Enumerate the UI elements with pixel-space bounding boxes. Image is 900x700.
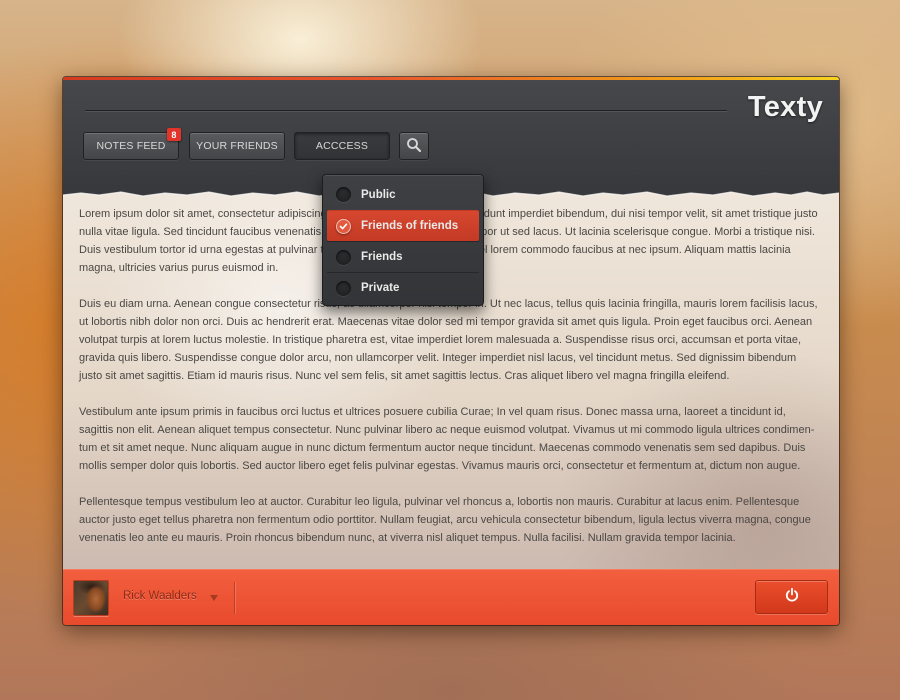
paragraph: Pellentesque tempus vestibulum leo at au… [79,496,811,544]
access-label: ACCCESS [315,140,369,152]
access-option-private[interactable]: Private [327,272,479,303]
access-option-label: Public [361,188,396,201]
access-option-public[interactable]: Public [327,179,479,210]
header: Texty NOTES FEED 8 YOUR FRIENDS ACCCESS [63,77,839,187]
your-friends-label: YOUR FRIENDS [196,140,278,152]
notes-feed-badge: 8 [167,128,181,141]
radio-checked-icon [336,219,351,234]
footer-divider [234,582,235,614]
app-window: Texty NOTES FEED 8 YOUR FRIENDS ACCCESS [63,77,839,625]
user-name[interactable]: Rick Waalders [123,590,197,602]
access-option-friends[interactable]: Friends [327,241,479,272]
paragraph: Duis eu diam urna. Aenean congue consect… [79,298,818,382]
access-button[interactable]: ACCCESS [294,132,390,160]
radio-unchecked-icon [336,281,351,296]
power-icon [784,587,800,608]
avatar[interactable] [73,580,109,616]
access-option-friends-of-friends[interactable]: Friends of friends [327,210,479,241]
search-icon [406,137,422,156]
notes-feed-label: NOTES FEED [96,140,166,152]
access-option-label: Private [361,282,400,294]
access-option-label: Friends of friends [361,220,459,232]
radio-unchecked-icon [336,187,351,202]
notes-feed-button[interactable]: NOTES FEED 8 [83,128,181,160]
access-option-label: Friends [361,251,403,263]
radio-unchecked-icon [336,250,351,265]
footer-bar: Rick Waalders [63,569,839,625]
app-title: Texty [747,91,823,123]
header-divider [85,110,727,112]
search-button[interactable] [399,132,429,160]
access-dropdown-menu: Public Friends of friends Friends Privat… [322,174,484,306]
power-button[interactable] [755,580,828,614]
header-accent-stripe [63,77,839,80]
chevron-down-icon[interactable] [210,595,218,601]
your-friends-button[interactable]: YOUR FRIENDS [189,132,285,160]
paragraph: Vestibulum ante ipsum primis in faucibus… [79,406,815,472]
